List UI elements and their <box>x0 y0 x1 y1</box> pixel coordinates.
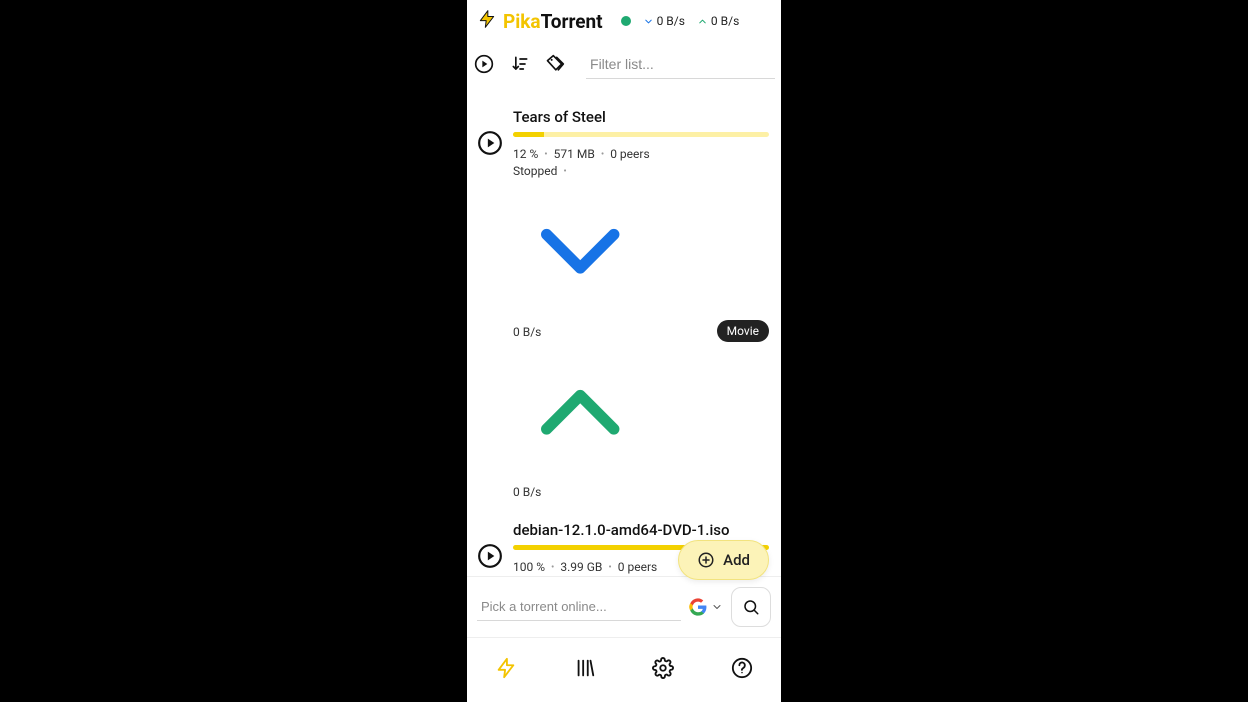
brand-torrent: Torrent <box>541 10 603 33</box>
chevron-down-icon <box>643 16 654 27</box>
chevron-up-icon <box>513 345 647 479</box>
torrent-peers: 0 peers <box>618 558 657 576</box>
torrent-down-speed: 0 B/s <box>513 325 541 339</box>
help-circle-icon <box>731 657 753 679</box>
bolt-icon <box>495 657 517 679</box>
brand-pika: Pika <box>503 10 541 33</box>
tags-icon <box>545 54 565 74</box>
google-logo-icon <box>689 598 707 616</box>
global-down-value: 0 B/s <box>657 14 685 28</box>
play-all-button[interactable] <box>473 44 495 84</box>
search-engine-selector[interactable] <box>689 598 723 616</box>
bolt-logo-icon <box>477 6 497 36</box>
plus-circle-icon <box>697 551 715 569</box>
toolbar <box>467 40 781 90</box>
app-title: PikaTorrent <box>503 10 603 33</box>
torrent-tag[interactable]: Movie <box>717 320 769 342</box>
online-picker-input[interactable] <box>477 593 681 621</box>
nav-torrents[interactable] <box>486 648 526 688</box>
torrent-meta-line1: 12 % • 571 MB • 0 peers <box>513 145 769 164</box>
search-button[interactable] <box>731 587 771 627</box>
torrent-title: Tears of Steel <box>513 108 769 126</box>
chevron-down-icon <box>711 601 723 613</box>
global-upload-speed: 0 B/s <box>697 14 739 28</box>
progress-fill <box>513 132 544 137</box>
sort-icon <box>510 54 530 74</box>
sort-button[interactable] <box>509 44 531 84</box>
chevron-up-icon <box>697 16 708 27</box>
torrent-percent: 12 % <box>513 145 538 164</box>
add-button-label: Add <box>723 551 750 569</box>
chevron-down-icon <box>513 184 647 318</box>
torrent-peers: 0 peers <box>610 145 649 164</box>
bottom-nav <box>467 637 781 702</box>
torrent-percent: 100 % <box>513 558 545 576</box>
torrent-size: 3.99 GB <box>560 558 602 576</box>
library-icon <box>574 657 596 679</box>
global-download-speed: 0 B/s <box>643 14 685 28</box>
nav-library[interactable] <box>565 648 605 688</box>
nav-help[interactable] <box>722 648 762 688</box>
play-circle-icon <box>477 130 503 156</box>
connection-status-dot <box>621 16 631 26</box>
progress-bar <box>513 132 769 137</box>
app-window: PikaTorrent 0 B/s 0 B/s Tears of Steel <box>467 0 781 702</box>
torrent-row[interactable]: Tears of Steel 12 % • 571 MB • 0 peers S… <box>467 100 781 513</box>
torrent-list[interactable]: Tears of Steel 12 % • 571 MB • 0 peers S… <box>467 90 781 576</box>
play-circle-icon <box>477 543 503 569</box>
torrent-meta-line2: Stopped • 0 B/s 0 B/s Movie <box>513 164 769 499</box>
online-picker <box>467 576 781 637</box>
torrent-play-button[interactable] <box>477 543 503 569</box>
add-button[interactable]: Add <box>678 540 769 580</box>
nav-settings[interactable] <box>643 648 683 688</box>
tags-button[interactable] <box>544 44 566 84</box>
torrent-size: 571 MB <box>554 145 595 164</box>
torrent-up-speed: 0 B/s <box>513 485 541 499</box>
torrent-body: Tears of Steel 12 % • 571 MB • 0 peers S… <box>513 108 769 499</box>
torrent-state: Stopped <box>513 164 557 178</box>
app-header: PikaTorrent 0 B/s 0 B/s <box>467 0 781 40</box>
gear-icon <box>652 657 674 679</box>
play-circle-icon <box>474 54 494 74</box>
torrent-play-button[interactable] <box>477 130 503 156</box>
filter-input[interactable] <box>586 50 775 79</box>
search-icon <box>742 598 760 616</box>
torrent-title: debian-12.1.0-amd64-DVD-1.iso <box>513 521 769 539</box>
global-up-value: 0 B/s <box>711 14 739 28</box>
